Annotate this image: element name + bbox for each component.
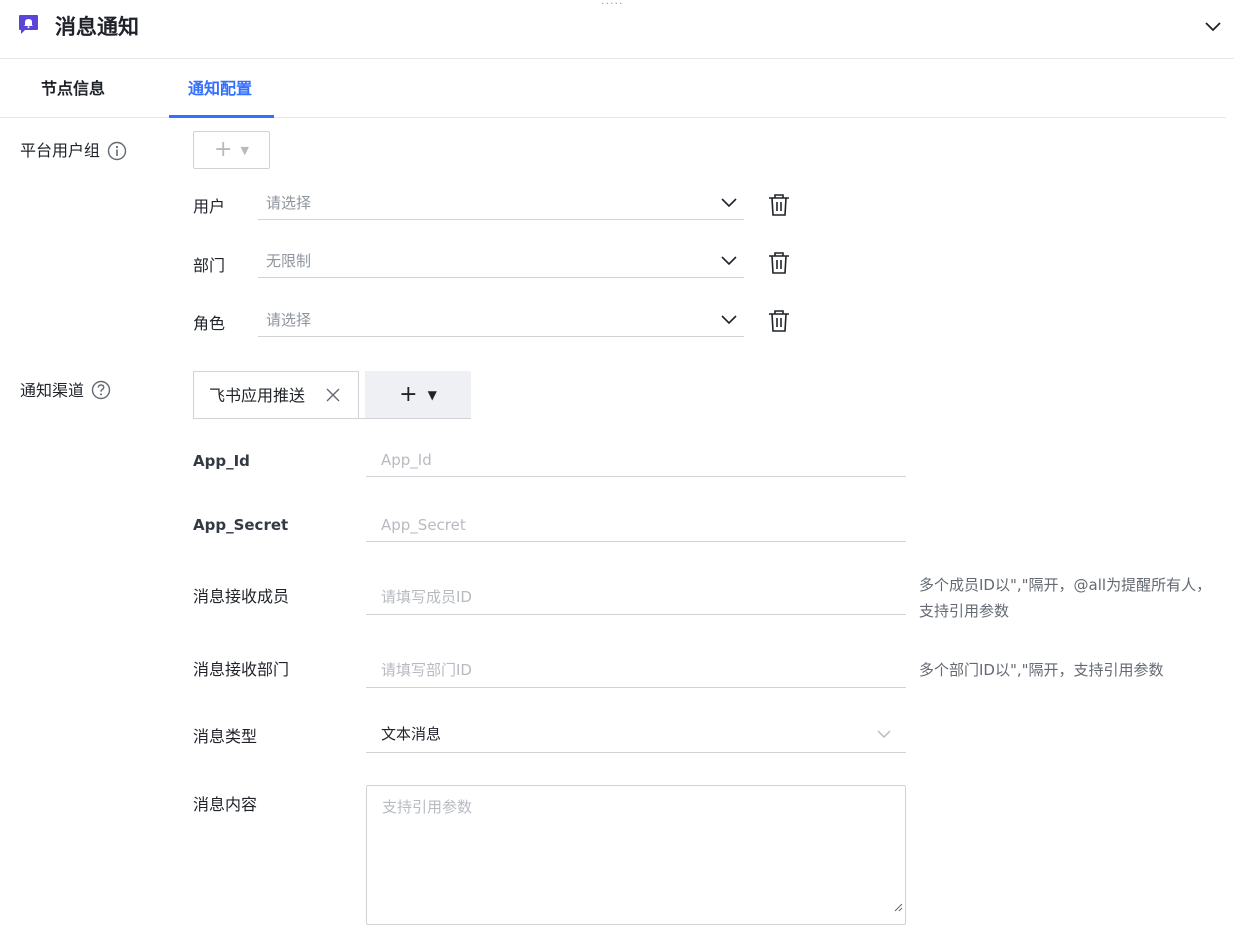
close-icon[interactable]: [325, 387, 341, 403]
app-secret-label: App_Secret: [193, 516, 289, 534]
app-id-label: App_Id: [193, 452, 250, 470]
chevron-down-icon: [721, 315, 737, 325]
message-content-label: 消息内容: [193, 795, 258, 814]
role-select[interactable]: 请选择: [258, 307, 744, 337]
tab-notification-config[interactable]: 通知配置: [188, 78, 252, 100]
message-type-value: 文本消息: [381, 725, 442, 743]
receiving-departments-input[interactable]: [366, 653, 906, 688]
caret-down-icon: ▼: [427, 387, 437, 402]
caret-down-icon: ▼: [240, 143, 249, 157]
trash-icon[interactable]: [768, 309, 790, 333]
message-type-label: 消息类型: [193, 727, 258, 746]
role-label: 角色: [193, 314, 226, 333]
add-channel-button[interactable]: + ▼: [365, 371, 471, 418]
departments-hint: 多个部门ID以","隔开，支持引用参数: [919, 661, 1164, 679]
channel-tab-feishu[interactable]: 飞书应用推送: [193, 371, 359, 418]
header-divider: [0, 58, 1234, 59]
chevron-down-icon: [721, 198, 737, 208]
notification-channel-label: 通知渠道: [20, 381, 85, 400]
members-hint: 多个成员ID以","隔开，@all为提醒所有人， 支持引用参数: [919, 572, 1231, 624]
message-content-textarea[interactable]: [366, 785, 906, 925]
drag-handle[interactable]: .....: [601, 0, 623, 6]
panel-title: 消息通知: [55, 15, 139, 39]
members-hint-line2: 支持引用参数: [919, 602, 1010, 620]
trash-icon[interactable]: [768, 193, 790, 217]
role-select-placeholder: 请选择: [266, 311, 312, 329]
app-secret-input[interactable]: [366, 508, 906, 542]
department-label: 部门: [193, 256, 226, 275]
channel-tab-divider: [193, 418, 471, 419]
app-id-input[interactable]: [366, 444, 906, 477]
receiving-members-input[interactable]: [366, 580, 906, 615]
department-select-placeholder: 无限制: [266, 252, 312, 270]
receiving-members-label: 消息接收成员: [193, 587, 290, 606]
active-tab-indicator: [169, 115, 274, 118]
help-icon[interactable]: [91, 380, 111, 400]
user-label: 用户: [193, 197, 226, 216]
tab-node-info[interactable]: 节点信息: [41, 78, 105, 100]
user-select-placeholder: 请选择: [266, 194, 312, 212]
chevron-down-icon: [721, 256, 737, 266]
add-user-group-button[interactable]: + ▼: [193, 131, 270, 169]
department-select[interactable]: 无限制: [258, 248, 744, 278]
collapse-button[interactable]: [1200, 14, 1226, 40]
user-select[interactable]: 请选择: [258, 190, 744, 220]
channel-tab-label: 飞书应用推送: [209, 386, 306, 405]
trash-icon[interactable]: [768, 251, 790, 275]
info-icon[interactable]: [107, 141, 127, 161]
plus-icon: +: [399, 381, 418, 407]
message-type-select[interactable]: 文本消息: [366, 720, 906, 753]
bell-message-icon: [19, 15, 38, 34]
plus-icon: +: [214, 137, 233, 162]
chevron-down-icon: [877, 730, 891, 738]
resize-grip-icon[interactable]: [893, 902, 903, 912]
chevron-down-icon: [1205, 22, 1221, 32]
members-hint-line1: 多个成员ID以","隔开，@all为提醒所有人，: [919, 576, 1212, 594]
receiving-departments-label: 消息接收部门: [193, 660, 290, 679]
platform-user-group-label: 平台用户组: [20, 141, 101, 160]
